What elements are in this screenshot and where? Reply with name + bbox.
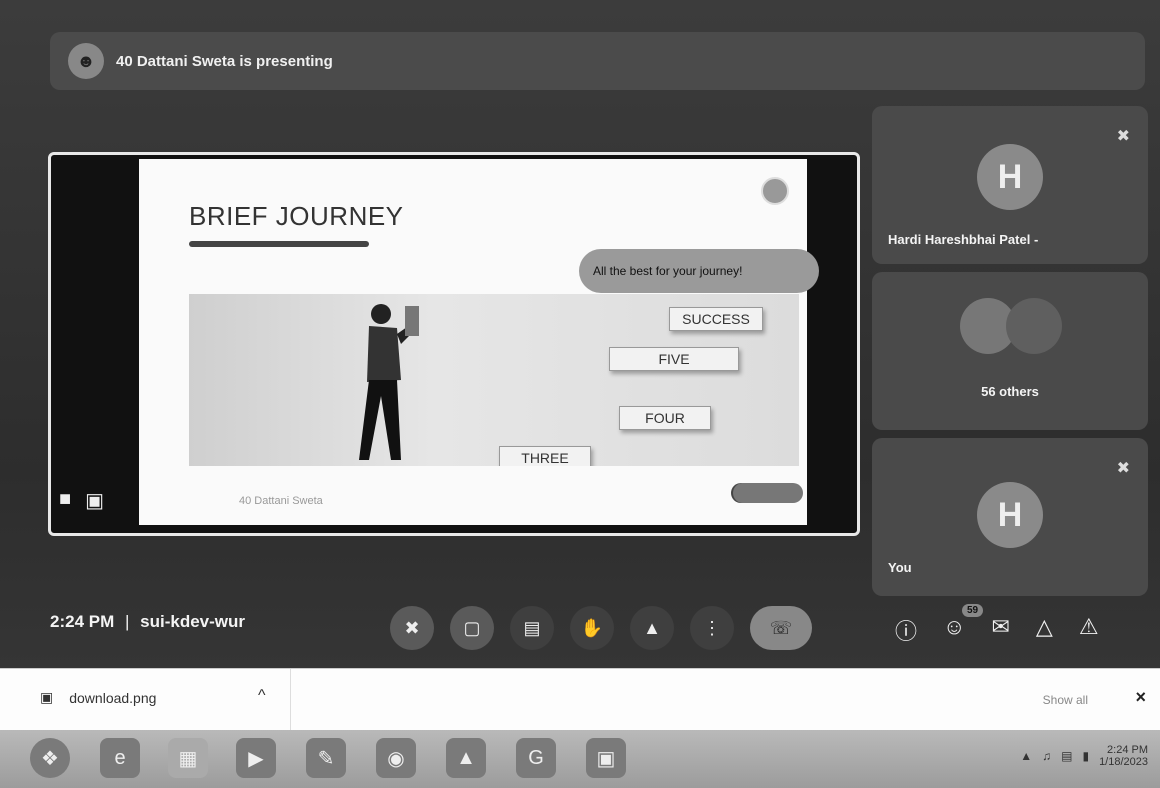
download-divider: [290, 669, 291, 731]
raise-hand-button[interactable]: ✋: [570, 606, 614, 650]
meeting-time: 2:24 PM: [50, 612, 115, 631]
presenting-banner: ☻ 40 Dattani Sweta is presenting: [50, 32, 1145, 90]
host-controls-icon[interactable]: ⚠: [1079, 614, 1099, 646]
slide-speech-bubble: All the best for your journey!: [579, 249, 819, 293]
more-options-button[interactable]: ⋮: [690, 606, 734, 650]
show-all-link[interactable]: Show all: [1043, 693, 1088, 707]
presenter-caption: 40 Dattani Sweta: [239, 495, 323, 507]
present-screen-icon[interactable]: ▣: [85, 488, 104, 513]
chat-icon[interactable]: ✉: [991, 614, 1009, 646]
tray-date: 1/18/2023: [1099, 756, 1148, 768]
meet-app-icon[interactable]: G: [516, 738, 556, 778]
volume-icon[interactable]: ♫: [1042, 749, 1051, 763]
chrome-icon[interactable]: ◉: [376, 738, 416, 778]
mic-off-icon: ✖: [1116, 460, 1130, 477]
step-success: SUCCESS: [669, 307, 763, 331]
network-icon[interactable]: ▤: [1061, 749, 1072, 763]
browser-e-icon[interactable]: e: [100, 738, 140, 778]
start-button-icon[interactable]: ❖: [30, 738, 70, 778]
meeting-code: sui-kdev-wur: [140, 612, 245, 631]
mic-off-icon: ✖: [1116, 128, 1130, 145]
download-bar: ▣ download.png ^ Show all ×: [0, 668, 1160, 731]
captions-button[interactable]: ▤: [510, 606, 554, 650]
more-vert-icon: ⋮: [703, 617, 721, 638]
drive-icon[interactable]: ▲: [446, 738, 486, 778]
signal-icon[interactable]: ▮: [1082, 749, 1089, 763]
hang-up-icon: ☏: [769, 617, 793, 638]
media-player-icon[interactable]: ▶: [236, 738, 276, 778]
download-options-caret[interactable]: ^: [258, 687, 266, 705]
present-button[interactable]: ▲: [630, 606, 674, 650]
leave-call-button[interactable]: ☏: [750, 606, 812, 650]
camera-off-icon: ▢: [463, 617, 481, 638]
mic-toggle-button[interactable]: ✖: [390, 606, 434, 650]
stage-icons: ■ ▣: [59, 488, 104, 513]
tray-up-arrow-icon[interactable]: ▲: [1020, 749, 1032, 763]
image-viewer-icon[interactable]: ▣: [586, 738, 626, 778]
file-icon: ▣: [40, 689, 54, 705]
self-name: You: [888, 560, 912, 575]
tray-time: 2:24 PM: [1107, 744, 1148, 756]
pin-icon[interactable]: ■: [59, 488, 71, 513]
meet-screen: ☻ 40 Dattani Sweta is presenting BRIEF J…: [0, 0, 1160, 788]
running-person-figure: [359, 304, 419, 460]
people-icon[interactable]: ☺: [943, 614, 965, 646]
camera-toggle-button[interactable]: ▢: [450, 606, 494, 650]
mic-off-icon: ✖: [404, 617, 420, 638]
slide-logo-icon: [761, 177, 789, 205]
info-icon[interactable]: ⓘ: [895, 614, 917, 646]
self-avatar: H: [977, 482, 1043, 548]
call-controls: ✖ ▢ ▤ ✋ ▲ ⋮ ☏: [390, 606, 812, 650]
tray-clock[interactable]: 2:24 PM 1/18/2023: [1099, 744, 1148, 768]
meeting-controls-bar: 2:24 PM | sui-kdev-wur ✖ ▢ ▤ ✋ ▲ ⋮ ☏ 59 …: [0, 592, 1160, 670]
others-count: 56 others: [981, 384, 1039, 399]
others-avatar-2: [1006, 298, 1062, 354]
meeting-info-separator: |: [124, 612, 130, 631]
close-download-bar-button[interactable]: ×: [1135, 687, 1146, 708]
step-four: FOUR: [619, 406, 711, 430]
captions-icon: ▤: [523, 617, 541, 638]
paint-icon[interactable]: ✎: [306, 738, 346, 778]
participant-tile-you[interactable]: ✖ H You: [872, 438, 1148, 596]
hand-icon: ✋: [580, 617, 604, 638]
activities-icon[interactable]: △: [1036, 614, 1053, 646]
presenter-avatar-icon: ☻: [68, 43, 104, 79]
participant-name: Hardi Hareshbhai Patel -: [888, 232, 1039, 247]
system-tray: ▲ ♫ ▤ ▮ 2:24 PM 1/18/2023: [1020, 744, 1148, 768]
step-three: THREE: [499, 446, 591, 466]
slide-title: BRIEF JOURNEY: [189, 201, 404, 231]
meeting-info: 2:24 PM | sui-kdev-wur: [50, 612, 245, 632]
side-controls: ⓘ ☺ ✉ △ ⚠: [895, 614, 1099, 646]
slide-control-pill: [733, 483, 803, 503]
folder-icon[interactable]: ▦: [168, 738, 208, 778]
windows-taskbar: ❖ e ▦ ▶ ✎ ◉ ▲ G ▣ ▲ ♫ ▤ ▮ 2:24 PM 1/18/2…: [0, 730, 1160, 788]
download-filename: download.png: [69, 689, 157, 706]
presenting-text: 40 Dattani Sweta is presenting: [116, 52, 333, 70]
slide: BRIEF JOURNEY FOUR THREE FIVE SUCCESS Al…: [139, 159, 819, 525]
presentation-stage[interactable]: BRIEF JOURNEY FOUR THREE FIVE SUCCESS Al…: [48, 152, 860, 536]
step-five: FIVE: [609, 347, 739, 371]
participant-tile-hardi[interactable]: ✖ H Hardi Hareshbhai Patel -: [872, 106, 1148, 264]
present-icon: ▲: [643, 617, 661, 638]
participant-tile-others[interactable]: 56 others: [872, 272, 1148, 430]
slide-title-underline: [189, 241, 369, 247]
download-item[interactable]: ▣ download.png: [40, 689, 156, 706]
participant-avatar: H: [977, 144, 1043, 210]
